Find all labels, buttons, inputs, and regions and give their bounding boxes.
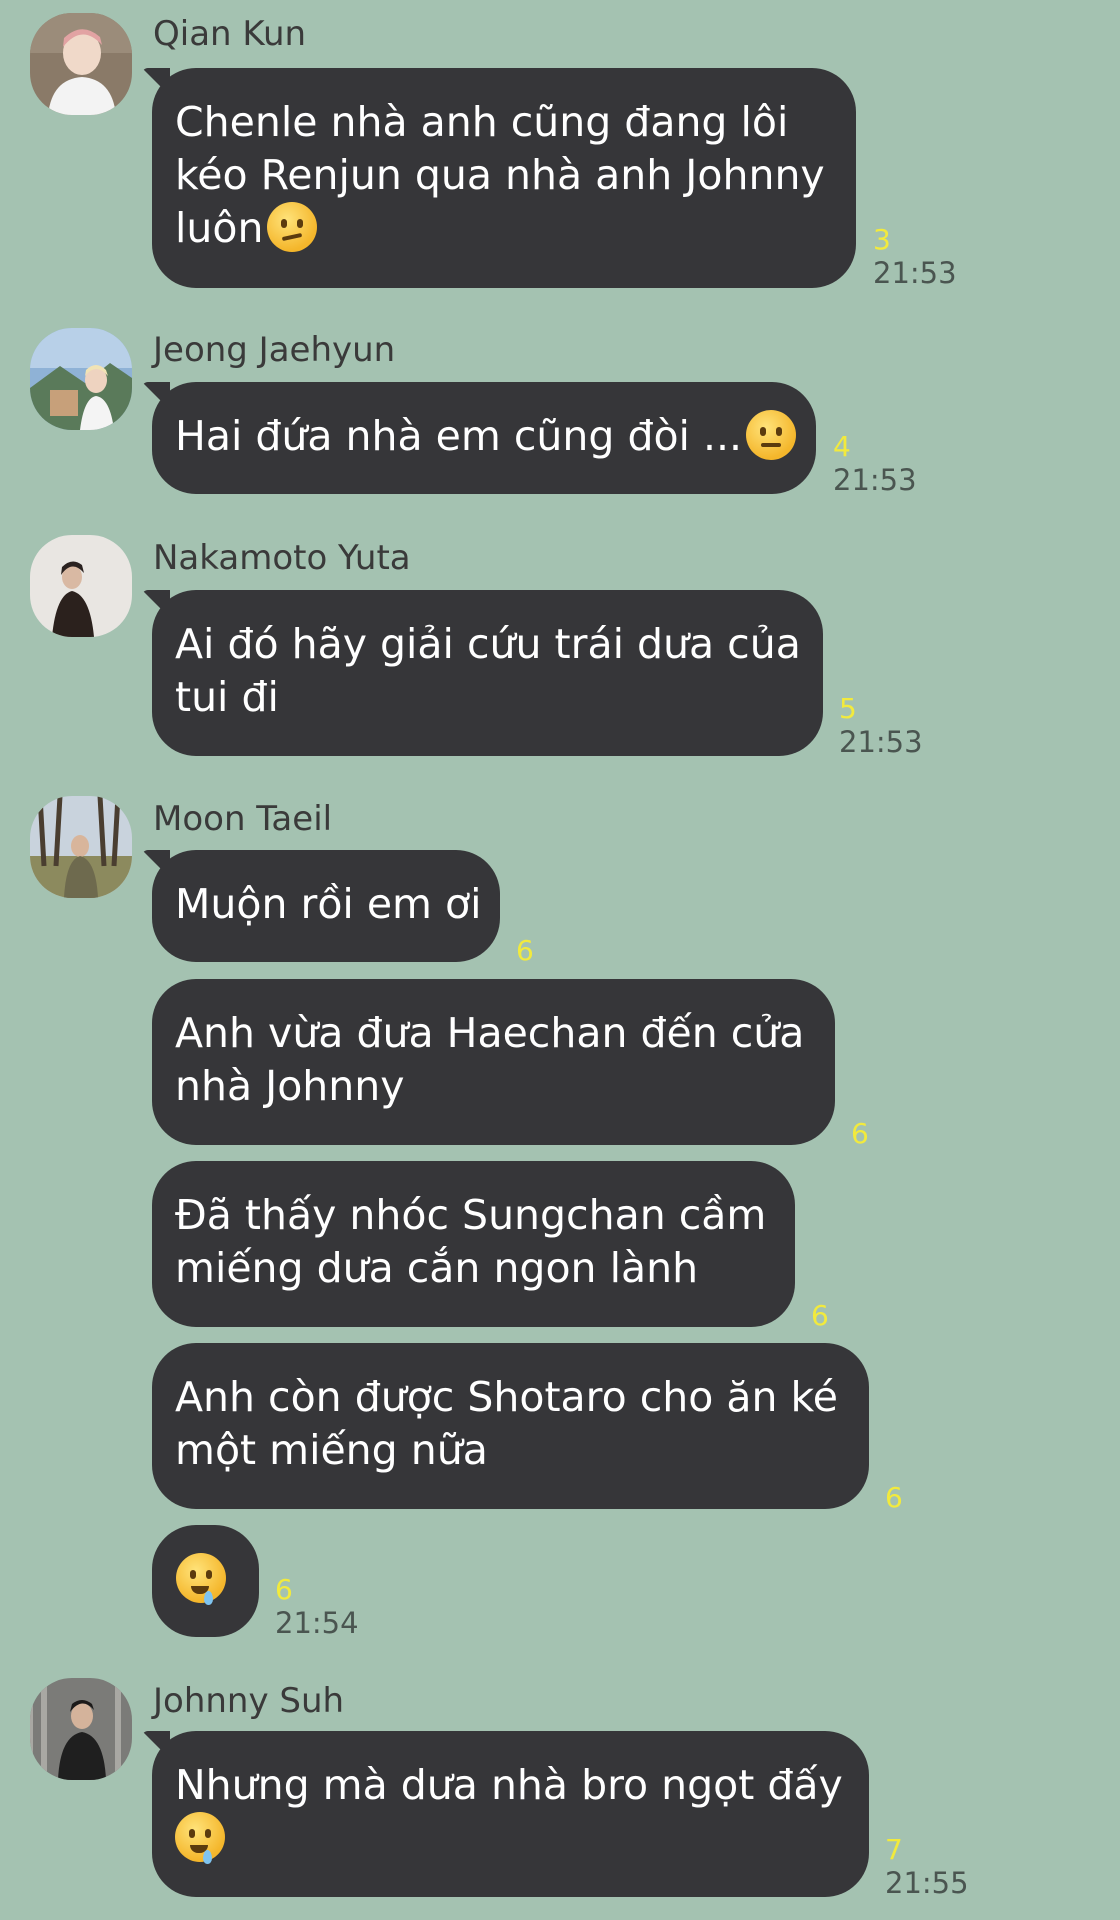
message-text: tui đi bbox=[175, 673, 279, 721]
drooling-face-icon bbox=[175, 1812, 225, 1864]
message-text: luôn bbox=[175, 204, 264, 252]
message-bubble[interactable]: Ai đó hãy giải cứu trái dưa của tui đi bbox=[152, 590, 823, 756]
read-count: 3 bbox=[873, 223, 891, 256]
message-text: một miếng nữa bbox=[175, 1426, 488, 1474]
message-meta: 5 21:53 bbox=[839, 692, 923, 760]
avatar-qian-kun[interactable] bbox=[30, 13, 132, 115]
message-meta: 3 21:53 bbox=[873, 223, 957, 291]
message-meta: 6 bbox=[885, 1482, 903, 1514]
message-bubble[interactable] bbox=[152, 1525, 259, 1637]
sender-name: Jeong Jaehyun bbox=[153, 330, 396, 370]
message-text: Ai đó hãy giải cứu trái dưa của bbox=[175, 620, 801, 668]
avatar-nakamoto-yuta[interactable] bbox=[30, 535, 132, 637]
timestamp: 21:53 bbox=[839, 725, 923, 759]
read-count: 7 bbox=[885, 1833, 903, 1866]
message-text: Chenle nhà anh cũng đang lôi bbox=[175, 98, 789, 146]
read-count: 6 bbox=[885, 1481, 903, 1514]
message-text: nhà Johnny bbox=[175, 1062, 405, 1110]
avatar-johnny-suh[interactable] bbox=[30, 1678, 132, 1780]
message-text: Anh vừa đưa Haechan đến cửa bbox=[175, 1009, 805, 1057]
read-count: 4 bbox=[833, 430, 851, 463]
avatar-moon-taeil[interactable] bbox=[30, 796, 132, 898]
message-meta: 4 21:53 bbox=[833, 430, 917, 498]
sender-name: Nakamoto Yuta bbox=[153, 538, 411, 578]
confused-face-icon bbox=[267, 202, 318, 252]
message-bubble[interactable]: Chenle nhà anh cũng đang lôi kéo Renjun … bbox=[152, 68, 856, 288]
read-count: 6 bbox=[516, 934, 534, 967]
message-text: Muộn rồi em ơi bbox=[175, 880, 482, 928]
message-bubble[interactable]: Nhưng mà dưa nhà bro ngọt đấy bbox=[152, 1731, 869, 1897]
message-bubble[interactable]: Anh vừa đưa Haechan đến cửa nhà Johnny bbox=[152, 979, 835, 1145]
message-bubble[interactable]: Anh còn được Shotaro cho ăn ké một miếng… bbox=[152, 1343, 869, 1509]
message-meta: 6 bbox=[516, 935, 534, 967]
message-text: miếng dưa cắn ngon lành bbox=[175, 1244, 699, 1292]
message-text: Nhưng mà dưa nhà bro ngọt đấy bbox=[175, 1761, 843, 1809]
read-count: 6 bbox=[811, 1299, 829, 1332]
message-text: Anh còn được Shotaro cho ăn ké bbox=[175, 1373, 839, 1421]
avatar-jeong-jaehyun[interactable] bbox=[30, 328, 132, 430]
message-meta: 6 21:54 bbox=[275, 1573, 359, 1641]
sender-name: Qian Kun bbox=[153, 14, 307, 54]
timestamp: 21:53 bbox=[873, 256, 957, 290]
sender-name: Johnny Suh bbox=[153, 1681, 345, 1721]
message-bubble[interactable]: Muộn rồi em ơi bbox=[152, 850, 500, 962]
timestamp: 21:53 bbox=[833, 463, 917, 497]
message-text: Đã thấy nhóc Sungchan cầm bbox=[175, 1191, 767, 1239]
message-meta: 7 21:55 bbox=[885, 1833, 969, 1901]
message-text: Hai đứa nhà em cũng đòi ... bbox=[175, 412, 743, 460]
message-bubble[interactable]: Đã thấy nhóc Sungchan cầm miếng dưa cắn … bbox=[152, 1161, 795, 1327]
read-count: 5 bbox=[839, 692, 857, 725]
message-bubble[interactable]: Hai đứa nhà em cũng đòi ... bbox=[152, 382, 816, 494]
timestamp: 21:55 bbox=[885, 1866, 969, 1900]
message-text: kéo Renjun qua nhà anh Johnny bbox=[175, 151, 825, 199]
read-count: 6 bbox=[275, 1573, 293, 1606]
neutral-face-icon bbox=[746, 410, 797, 460]
read-count: 6 bbox=[851, 1117, 869, 1150]
sender-name: Moon Taeil bbox=[153, 799, 333, 839]
message-meta: 6 bbox=[851, 1118, 869, 1150]
timestamp: 21:54 bbox=[275, 1606, 359, 1640]
message-meta: 6 bbox=[811, 1300, 829, 1332]
drooling-face-icon bbox=[176, 1553, 226, 1605]
